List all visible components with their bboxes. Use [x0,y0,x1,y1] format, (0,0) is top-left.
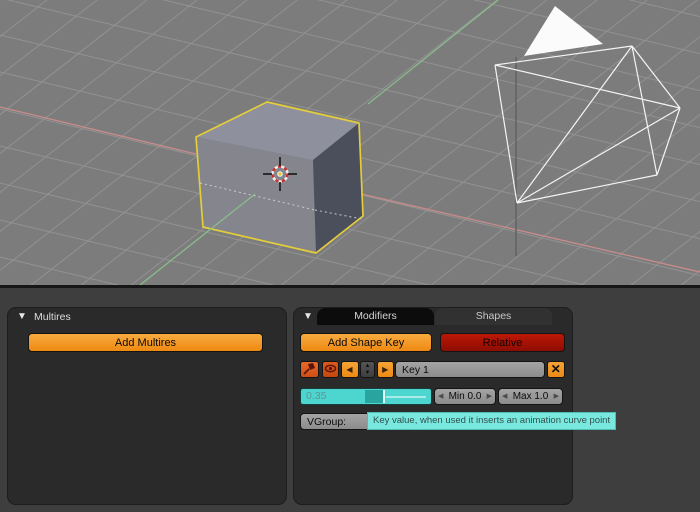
tooltip: Key value, when used it inserts an anima… [367,412,617,430]
step-right-icon[interactable]: ▶ [554,389,559,404]
panel-title: Multires [34,311,71,323]
pin-icon[interactable] [300,361,319,378]
add-shape-key-button[interactable]: Add Shape Key [300,333,432,352]
panel-multires: ▼ Multires Add Multires [7,307,287,505]
tab-modifiers[interactable]: Modifiers [317,308,434,325]
key-name-field[interactable]: Key 1 [395,361,545,378]
step-left-icon[interactable]: ◀ [438,389,443,404]
spinner-down-icon[interactable]: ▼ [361,370,374,377]
selected-cube[interactable] [195,101,364,254]
buttons-window: ▼ Multires Add Multires ▼ Modifiers Shap… [0,288,700,512]
next-key-arrow-icon[interactable]: ▶ [377,361,394,378]
spinner-up-icon[interactable]: ▲ [361,363,374,370]
3d-viewport[interactable] [0,0,700,286]
panel-shapes: ▼ Modifiers Shapes Add Shape Key Relativ… [293,307,573,505]
slider-knob[interactable] [364,390,385,403]
slider-value: 0.35 [306,390,327,402]
max-label: Max 1.0 [512,391,549,402]
slider-groove [385,396,426,398]
max-value-stepper[interactable]: ◀ Max 1.0 ▶ [498,388,563,405]
eye-icon[interactable] [321,361,339,378]
key-value-slider[interactable]: 0.35 [300,388,432,405]
min-value-stepper[interactable]: ◀ Min 0.0 ▶ [434,388,496,405]
min-label: Min 0.0 [448,391,482,402]
collapse-icon[interactable]: ▼ [15,311,29,323]
delete-key-button[interactable]: ✕ [546,361,565,378]
add-multires-button[interactable]: Add Multires [28,333,263,352]
key-spinner-icon[interactable]: ▲ ▼ [360,361,375,378]
blender-window: ▼ Multires Add Multires ▼ Modifiers Shap… [0,0,700,512]
collapse-icon[interactable]: ▼ [301,311,315,323]
step-left-icon[interactable]: ◀ [502,389,507,404]
previous-key-arrow-icon[interactable]: ◀ [340,361,359,378]
step-right-icon[interactable]: ▶ [487,389,492,404]
relative-toggle-button[interactable]: Relative [440,333,565,352]
tab-shapes[interactable]: Shapes [435,308,552,325]
